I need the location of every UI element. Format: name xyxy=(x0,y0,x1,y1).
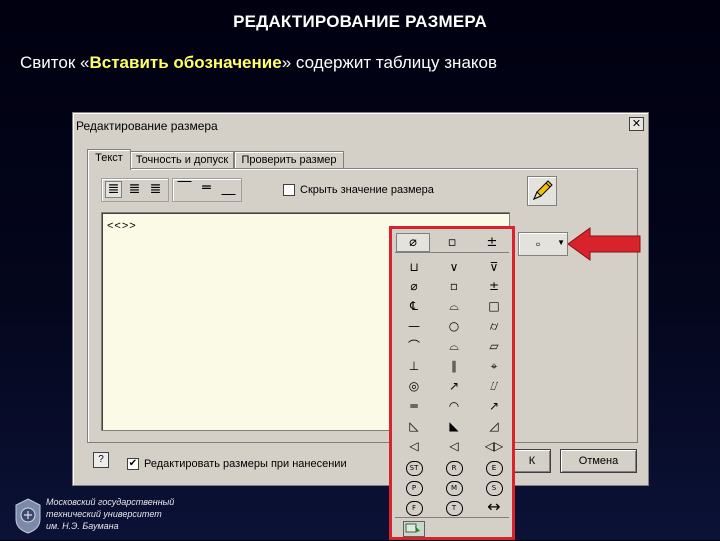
help-icon[interactable]: ? xyxy=(93,452,109,468)
free-state-label: F xyxy=(405,501,423,516)
palette-header: ⌀ ▫ ± xyxy=(395,232,509,253)
close-icon[interactable]: ✕ xyxy=(629,117,644,131)
profile-icon[interactable]: ⌓ xyxy=(437,297,471,316)
cylindricity-icon[interactable]: ⌭ xyxy=(477,317,511,336)
dimension-value-token: <<>> xyxy=(107,220,137,232)
align-group: ≣ ≣ ≣ xyxy=(101,178,169,202)
square-icon[interactable]: ▫ xyxy=(437,277,471,296)
hide-value-label: Скрыть значение размера xyxy=(300,184,434,196)
envelope-icon[interactable]: E xyxy=(477,457,511,476)
ok-button[interactable]: К xyxy=(513,449,551,473)
statistical-label: ST xyxy=(405,461,423,476)
slide-title: РЕДАКТИРОВАНИЕ РАЗМЕРА xyxy=(233,12,487,31)
square-icon[interactable]: ▫ xyxy=(435,233,469,252)
symbol-palette: ⌀ ▫ ± ⊔ ∨ ⊽ ⌀ ▫ ± ℄ ⌓ □ — ○ ⌭ ⌒ ⌓ ⏥ ⊥ ∥ … xyxy=(389,226,515,540)
arc-icon[interactable]: ◠ xyxy=(437,397,471,416)
concentricity-icon[interactable]: ◎ xyxy=(397,377,431,396)
slope-icon[interactable]: ◺ xyxy=(397,417,431,436)
radius-label: R xyxy=(445,461,463,476)
straightness-icon[interactable]: — xyxy=(397,317,431,336)
projected-zone-icon[interactable]: P xyxy=(397,477,431,496)
more-symbols-icon[interactable] xyxy=(403,521,425,537)
countersink-icon[interactable]: ∨ xyxy=(437,258,471,277)
angularity-icon[interactable]: ⏥ xyxy=(477,337,511,356)
university-name-line2: технический университет xyxy=(46,509,162,519)
square-icon: ▫ xyxy=(536,237,541,251)
plus-minus-icon[interactable]: ± xyxy=(477,277,511,296)
long-conicity-icon[interactable]: ◁ xyxy=(437,437,471,456)
conicity-icon[interactable]: ◁ xyxy=(397,437,431,456)
max-material-label: M xyxy=(445,481,463,496)
box-icon[interactable]: □ xyxy=(477,297,511,316)
double-conicity-icon[interactable]: ◁▷ xyxy=(477,437,511,456)
edit-dimension-dialog: Редактирование размера ✕ Текст Точность … xyxy=(72,112,649,486)
centerline-icon[interactable]: ℄ xyxy=(397,297,431,316)
between-arrow-icon[interactable]: ↔ xyxy=(477,497,511,516)
runout-arrow-icon[interactable]: ↗ xyxy=(477,397,511,416)
tab-text[interactable]: Текст xyxy=(87,149,131,170)
filled-slope-icon[interactable]: ◣ xyxy=(437,417,471,436)
edit-on-place-label: Редактировать размеры при нанесении xyxy=(144,458,347,470)
palette-footer xyxy=(395,517,509,538)
surface-profile-icon[interactable]: ⌓ xyxy=(437,337,471,356)
align-right-icon[interactable]: ≣ xyxy=(147,181,164,198)
radius-icon[interactable]: R xyxy=(437,457,471,476)
total-runout-icon[interactable]: ⌰ xyxy=(477,377,511,396)
valign-bottom-icon[interactable]: ⎽ xyxy=(220,180,237,197)
tab-check-dimension[interactable]: Проверить размер xyxy=(234,151,344,169)
line-profile-icon[interactable]: ⌒ xyxy=(397,337,431,356)
regardless-size-icon[interactable]: S xyxy=(477,477,511,496)
symmetry-icon[interactable]: ═ xyxy=(397,397,431,416)
circular-runout-icon[interactable]: ↗ xyxy=(437,377,471,396)
statistical-icon[interactable]: ST xyxy=(397,457,431,476)
valign-group: ⎺ ═ ⎽ xyxy=(172,178,242,202)
university-name-line3: им. Н.Э. Баумана xyxy=(46,521,119,531)
counterbore-icon[interactable]: ⊔ xyxy=(397,258,431,277)
regardless-size-label: S xyxy=(485,481,503,496)
diameter-icon[interactable]: ⌀ xyxy=(397,277,431,296)
projected-zone-label: P xyxy=(405,481,423,496)
plus-minus-icon[interactable]: ± xyxy=(475,233,509,252)
max-material-icon[interactable]: M xyxy=(437,477,471,496)
pencil-icon[interactable] xyxy=(527,176,557,206)
slide-subtitle: Свиток «Вставить обозначение» содержит т… xyxy=(20,53,497,73)
dialog-title: Редактирование размера xyxy=(76,119,218,133)
university-name: Московский государственный технический у… xyxy=(46,496,174,532)
hide-value-checkbox[interactable] xyxy=(283,184,295,196)
perpendicularity-icon[interactable]: ⊥ xyxy=(397,357,431,376)
insert-symbol-button[interactable]: ▫ ▼ xyxy=(518,232,568,256)
align-left-icon[interactable]: ≣ xyxy=(105,181,122,198)
position-icon[interactable]: ⌖ xyxy=(477,357,511,376)
align-center-icon[interactable]: ≣ xyxy=(126,181,143,198)
subtitle-prefix: Свиток « xyxy=(20,53,90,72)
subtitle-suffix: » содержит таблицу знаков xyxy=(281,53,498,72)
taper-icon[interactable]: ◿ xyxy=(477,417,511,436)
subtitle-highlight: Вставить обозначение xyxy=(89,53,282,72)
tab-precision[interactable]: Точность и допуск xyxy=(130,151,234,169)
pointer-arrow-icon xyxy=(568,227,641,261)
dropdown-arrow-icon: ▼ xyxy=(557,238,565,247)
valign-middle-icon[interactable]: ═ xyxy=(198,180,215,197)
university-name-line1: Московский государственный xyxy=(46,497,175,507)
tangent-plane-icon[interactable]: T xyxy=(437,497,471,516)
circularity-icon[interactable]: ○ xyxy=(437,317,471,336)
diameter-icon[interactable]: ⌀ xyxy=(396,233,430,252)
envelope-label: E xyxy=(485,461,503,476)
tangent-plane-label: T xyxy=(445,501,463,516)
parallelism-icon[interactable]: ∥ xyxy=(437,357,471,376)
depth-icon[interactable]: ⊽ xyxy=(477,258,511,277)
university-emblem xyxy=(15,498,41,534)
edit-on-place-checkbox[interactable]: ✔ xyxy=(127,458,139,470)
free-state-icon[interactable]: F xyxy=(397,497,431,516)
cancel-button[interactable]: Отмена xyxy=(560,449,637,473)
valign-top-icon[interactable]: ⎺ xyxy=(176,180,193,197)
